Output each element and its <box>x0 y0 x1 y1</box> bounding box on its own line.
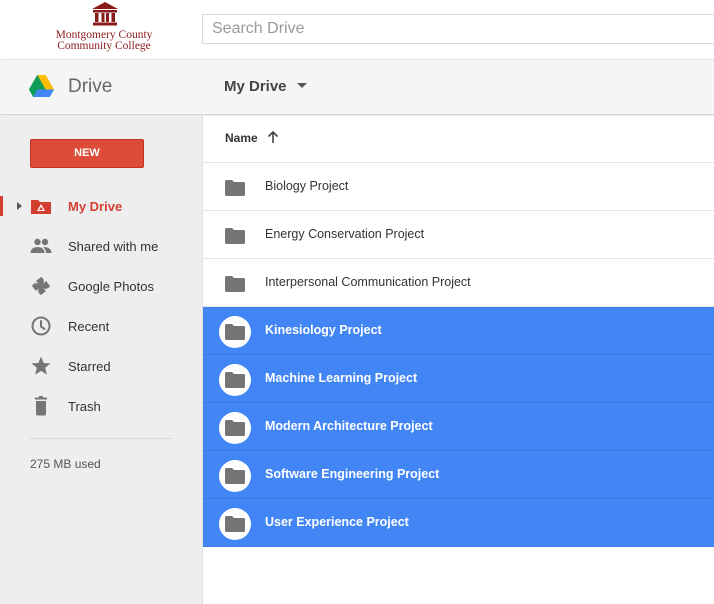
folder-row[interactable]: User Experience Project <box>203 499 714 547</box>
folder-icon-wrap <box>219 412 251 444</box>
folder-row[interactable]: Modern Architecture Project <box>203 403 714 451</box>
folder-name: Energy Conservation Project <box>265 227 425 241</box>
trash-icon <box>35 396 47 416</box>
pinwheel-icon <box>32 277 50 295</box>
folder-row[interactable]: Biology Project <box>203 163 714 211</box>
active-indicator <box>0 196 3 216</box>
star-icon <box>31 356 51 375</box>
folder-icon <box>225 324 245 340</box>
column-name-header[interactable]: Name <box>225 131 258 145</box>
folder-icon-wrap <box>219 364 251 396</box>
sidebar-item-label: Starred <box>68 359 111 374</box>
college-logo[interactable]: Montgomery County Community College <box>0 0 205 60</box>
college-name-line2: Community College <box>57 40 151 52</box>
folder-icon-wrap <box>219 268 251 300</box>
new-button[interactable]: NEW <box>30 139 144 168</box>
sidebar-item-starred[interactable]: Starred <box>0 347 203 387</box>
expand-arrow-icon[interactable] <box>17 202 22 210</box>
app-title[interactable]: Drive <box>68 76 112 98</box>
folder-icon <box>225 372 245 388</box>
people-icon <box>30 238 52 253</box>
folder-name: Biology Project <box>265 179 349 193</box>
folder-icon <box>225 180 245 196</box>
google-drive-logo-icon[interactable] <box>29 75 54 97</box>
folder-row[interactable]: Software Engineering Project <box>203 451 714 499</box>
sidebar-item-label: Shared with me <box>68 239 159 254</box>
sidebar-item-label: Recent <box>68 319 110 334</box>
location-dropdown[interactable]: My Drive <box>224 78 307 95</box>
clock-icon <box>31 316 51 336</box>
folder-icon <box>225 228 245 244</box>
file-list: Name Biology Project Energy Conservation … <box>203 116 714 604</box>
drive-header: Drive My Drive <box>0 60 714 115</box>
location-label: My Drive <box>224 78 287 95</box>
folder-row[interactable]: Energy Conservation Project <box>203 211 714 259</box>
folder-rows: Biology Project Energy Conservation Proje… <box>203 163 714 547</box>
list-column-header: Name <box>203 116 714 163</box>
my-drive-icon <box>31 200 51 214</box>
sidebar-item-label: My Drive <box>68 199 123 214</box>
folder-icon-wrap <box>219 460 251 492</box>
folder-row[interactable]: Kinesiology Project <box>203 307 714 355</box>
sidebar-item-shared-with-me[interactable]: Shared with me <box>0 227 203 267</box>
sidebar: NEW My Drive Shared with me Google Photo… <box>0 116 203 604</box>
folder-icon-wrap <box>219 220 251 252</box>
sidebar-nav: My Drive Shared with me Google Photos Re… <box>0 187 203 427</box>
folder-icon <box>225 420 245 436</box>
sidebar-item-recent[interactable]: Recent <box>0 307 203 347</box>
search-input[interactable] <box>202 14 714 44</box>
sidebar-item-label: Google Photos <box>68 279 155 294</box>
sidebar-divider <box>30 438 172 439</box>
sort-arrow-up-icon[interactable] <box>267 130 279 144</box>
folder-icon-wrap <box>219 508 251 540</box>
college-building-icon <box>92 2 118 26</box>
folder-row[interactable]: Interpersonal Communication Project <box>203 259 714 307</box>
sidebar-item-google-photos[interactable]: Google Photos <box>0 267 203 307</box>
folder-icon-wrap <box>219 316 251 348</box>
storage-used: 275 MB used <box>30 457 101 471</box>
sidebar-item-label: Trash <box>68 399 101 414</box>
folder-name: Machine Learning Project <box>265 371 418 385</box>
folder-row[interactable]: Machine Learning Project <box>203 355 714 403</box>
folder-name: User Experience Project <box>265 515 409 529</box>
folder-icon-wrap <box>219 172 251 204</box>
folder-name: Kinesiology Project <box>265 323 382 337</box>
sidebar-item-my-drive[interactable]: My Drive <box>0 187 203 227</box>
caret-down-icon <box>296 82 307 88</box>
college-name: Montgomery County Community College <box>0 29 208 52</box>
folder-name: Interpersonal Communication Project <box>265 275 471 289</box>
folder-name: Modern Architecture Project <box>265 419 433 433</box>
sidebar-item-trash[interactable]: Trash <box>0 387 203 427</box>
folder-icon <box>225 516 245 532</box>
top-bar: Montgomery County Community College <box>0 0 714 60</box>
folder-icon <box>225 468 245 484</box>
folder-icon <box>225 276 245 292</box>
folder-name: Software Engineering Project <box>265 467 440 481</box>
